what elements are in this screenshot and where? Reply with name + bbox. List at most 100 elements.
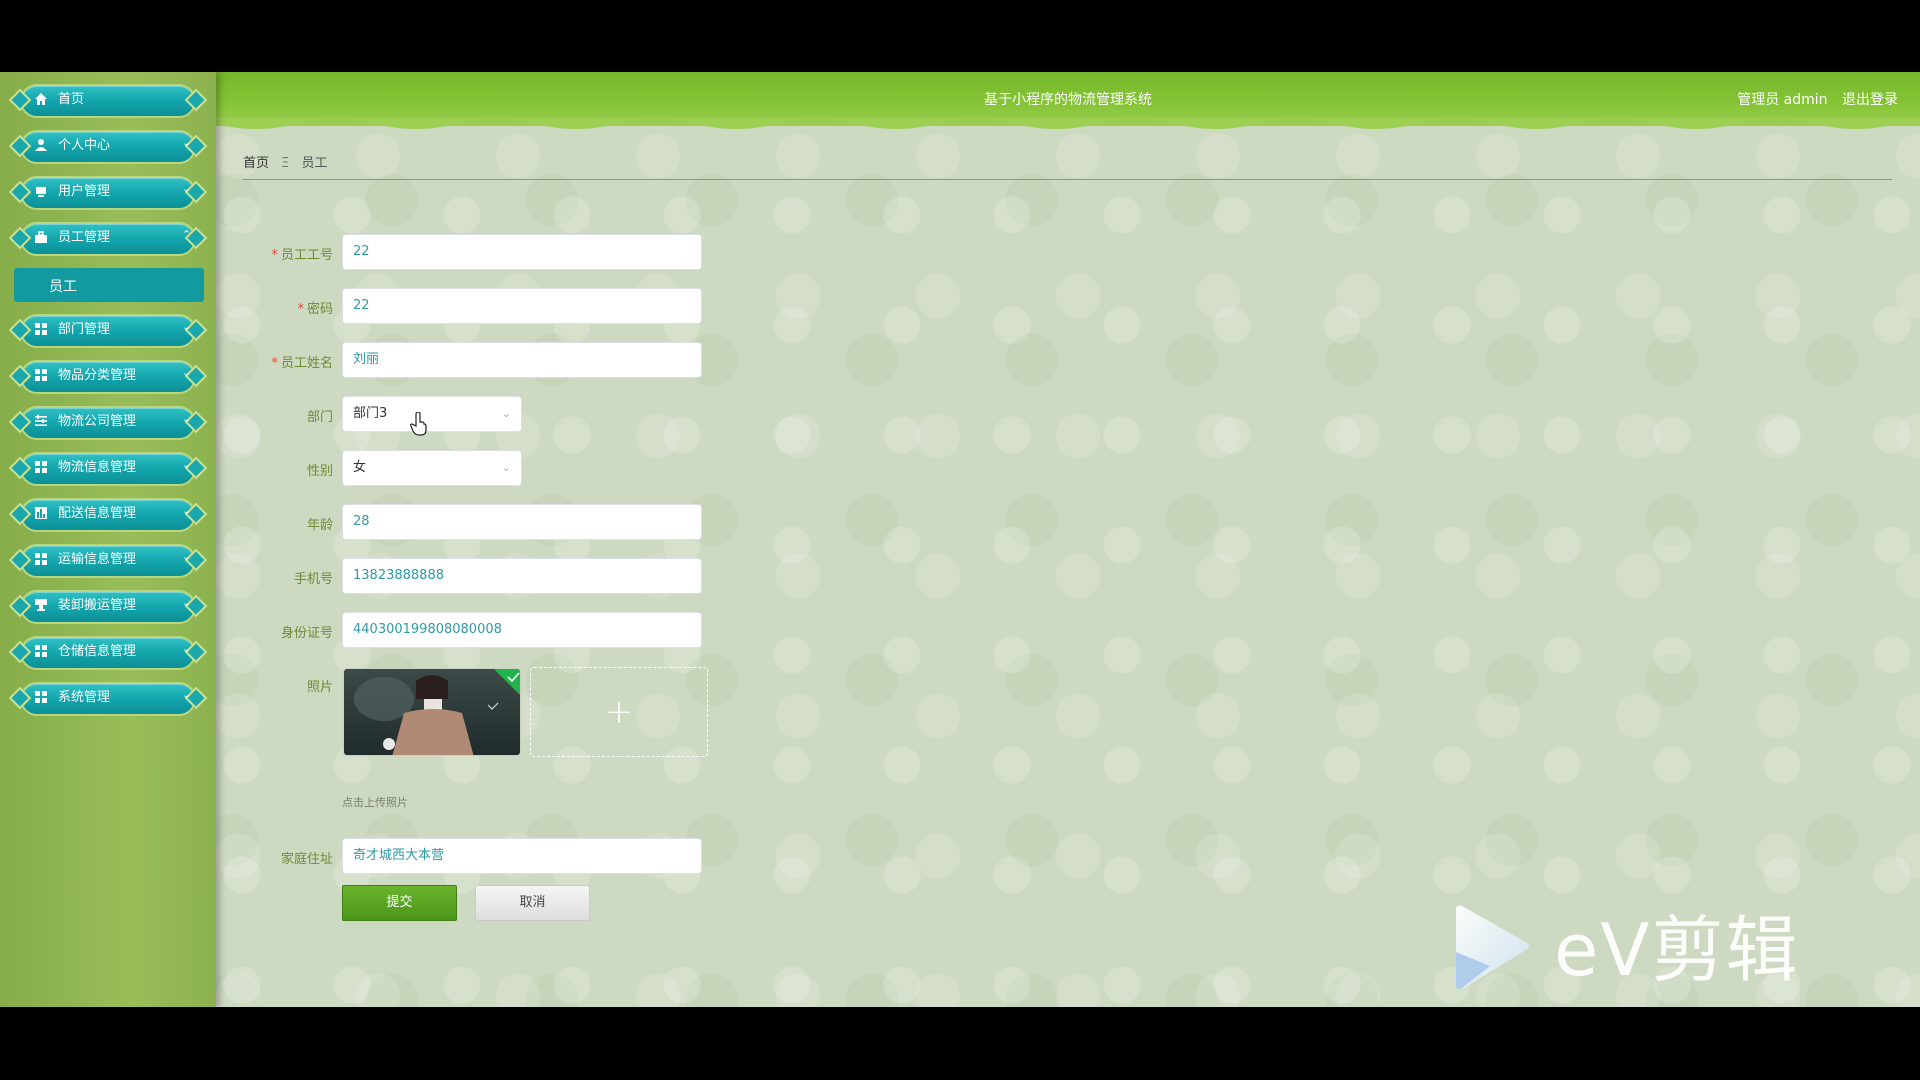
- grid-icon: [34, 322, 48, 336]
- chevron-down-icon: ⌄: [182, 458, 192, 471]
- uploaded-photo-thumbnail[interactable]: [343, 668, 521, 756]
- home-icon: [34, 92, 48, 106]
- sidebar-item-employee-management[interactable]: 员工管理 ⌃: [8, 220, 208, 258]
- chevron-down-icon: ⌄: [182, 320, 192, 333]
- grid-icon: [34, 368, 48, 382]
- chevron-down-icon: ⌄: [182, 412, 192, 425]
- department-select[interactable]: 部门3 ⌄: [342, 396, 522, 432]
- sidebar-item-label: 系统管理: [58, 690, 111, 705]
- sidebar-item-label: 运输信息管理: [58, 552, 137, 567]
- sidebar-item-logistics-company-management[interactable]: 物流公司管理 ⌄: [8, 404, 208, 442]
- ev-watermark: eV剪辑: [1450, 902, 1830, 1006]
- chevron-down-icon: ⌄: [182, 182, 192, 195]
- ev-watermark-text: eV剪辑: [1554, 908, 1800, 992]
- sidebar-item-logistics-info-management[interactable]: 物流信息管理 ⌄: [8, 450, 208, 488]
- address-label: 家庭住址: [280, 852, 333, 867]
- sidebar-item-system-management[interactable]: 系统管理 ⌄: [8, 680, 208, 718]
- sidebar-item-home[interactable]: 首页: [8, 82, 208, 120]
- sidebar-item-label: 物流信息管理: [58, 460, 137, 475]
- chevron-down-icon: ⌄: [182, 550, 192, 563]
- grid-icon: [34, 552, 48, 566]
- chevron-down-icon: ⌄: [182, 596, 192, 609]
- system-title: 基于小程序的物流管理系统: [984, 92, 1152, 108]
- chevron-down-icon: ⌄: [182, 136, 192, 149]
- sidebar-item-loading-management[interactable]: 装卸搬运管理 ⌄: [8, 588, 208, 626]
- required-mark: *: [297, 302, 304, 317]
- gender-value: 女: [353, 460, 367, 475]
- card-icon: [34, 184, 48, 198]
- sidebar-item-label: 个人中心: [58, 138, 111, 153]
- photo-label: 照片: [306, 680, 333, 695]
- user-area: 管理员 admin 退出登录: [1727, 89, 1898, 109]
- cup-icon: [34, 598, 48, 612]
- sidebar-item-label: 物流公司管理: [58, 414, 137, 429]
- grid-icon: [34, 644, 48, 658]
- breadcrumb: 首页 Ξ 员工: [243, 152, 328, 171]
- app-window: 基于小程序的物流管理系统 管理员 admin 退出登录 首页 个人中心 ⌄ 用户…: [0, 72, 1920, 1007]
- phone-input[interactable]: 13823888888: [342, 558, 702, 594]
- sidebar-subitem-label: 员工: [49, 279, 77, 295]
- mouse-cursor-icon: [410, 411, 428, 440]
- user-icon: [34, 138, 48, 152]
- add-photo-button[interactable]: +: [530, 667, 708, 757]
- sidebar-item-user-management[interactable]: 用户管理 ⌄: [8, 174, 208, 212]
- age-label: 年龄: [306, 518, 333, 533]
- grid-icon: [34, 690, 48, 704]
- logout-link[interactable]: 退出登录: [1842, 92, 1898, 108]
- id-card-label: 身份证号: [280, 626, 333, 641]
- phone-label: 手机号: [293, 572, 333, 587]
- password-input[interactable]: 22: [342, 288, 702, 324]
- chart-icon: [34, 506, 48, 520]
- id-card-input[interactable]: 440300199808080008: [342, 612, 702, 648]
- sidebar-item-label: 配送信息管理: [58, 506, 137, 521]
- sidebar-item-label: 仓储信息管理: [58, 644, 137, 659]
- chevron-down-icon: ⌄: [501, 407, 511, 420]
- chevron-down-icon: ⌄: [182, 504, 192, 517]
- cancel-button[interactable]: 取消: [475, 885, 590, 921]
- address-input[interactable]: 奇才城西大本营: [342, 838, 702, 874]
- sidebar-item-label: 用户管理: [58, 184, 111, 199]
- sidebar-item-personal-center[interactable]: 个人中心 ⌄: [8, 128, 208, 166]
- sliders-icon: [34, 414, 48, 428]
- sidebar-item-department-management[interactable]: 部门管理 ⌄: [8, 312, 208, 350]
- admin-label: 管理员 admin: [1737, 92, 1828, 108]
- department-value: 部门3: [353, 406, 388, 421]
- age-input[interactable]: 28: [342, 504, 702, 540]
- sidebar-item-item-category-management[interactable]: 物品分类管理 ⌄: [8, 358, 208, 396]
- header-wave-decoration: [216, 118, 1920, 129]
- sidebar-item-label: 装卸搬运管理: [58, 598, 137, 613]
- breadcrumb-divider: [242, 179, 1892, 180]
- required-mark: *: [271, 248, 278, 263]
- department-label: 部门: [306, 410, 333, 425]
- sidebar-item-delivery-info-management[interactable]: 配送信息管理 ⌄: [8, 496, 208, 534]
- sidebar-item-label: 员工管理: [58, 230, 111, 245]
- sidebar-item-label: 物品分类管理: [58, 368, 137, 383]
- sidebar-item-label: 首页: [58, 92, 85, 107]
- chevron-down-icon: ⌄: [182, 688, 192, 701]
- employee-no-input[interactable]: 22: [342, 234, 702, 270]
- required-mark: *: [271, 356, 278, 371]
- employee-name-input[interactable]: 刘丽: [342, 342, 702, 378]
- upload-photo-tip: 点击上传照片: [342, 796, 408, 809]
- top-header: 基于小程序的物流管理系统 管理员 admin 退出登录: [216, 72, 1920, 129]
- sidebar-item-warehouse-info-management[interactable]: 仓储信息管理 ⌄: [8, 634, 208, 672]
- plus-icon: +: [604, 692, 634, 732]
- employee-no-label: * 员工工号: [271, 248, 333, 263]
- sidebar-item-label: 部门管理: [58, 322, 111, 337]
- photo-image: [344, 669, 520, 755]
- breadcrumb-separator: Ξ: [281, 156, 290, 171]
- sidebar-item-transport-info-management[interactable]: 运输信息管理 ⌄: [8, 542, 208, 580]
- sidebar: 首页 个人中心 ⌄ 用户管理 ⌄ 员工管理 ⌃ 员工 部门管理 ⌄ 物品分类管理…: [0, 72, 216, 1007]
- grid-icon: [34, 460, 48, 474]
- password-label: * 密码: [297, 302, 333, 317]
- breadcrumb-home[interactable]: 首页: [243, 156, 269, 171]
- chevron-up-icon: ⌃: [182, 228, 192, 241]
- submit-button[interactable]: 提交: [342, 885, 457, 921]
- briefcase-icon: [34, 230, 48, 244]
- sidebar-subitem-employee[interactable]: 员工: [14, 268, 204, 302]
- chevron-down-icon: ⌄: [501, 461, 511, 474]
- chevron-down-icon: ⌄: [182, 366, 192, 379]
- gender-label: 性别: [306, 464, 333, 479]
- chevron-down-icon: ⌄: [182, 642, 192, 655]
- gender-select[interactable]: 女 ⌄: [342, 450, 522, 486]
